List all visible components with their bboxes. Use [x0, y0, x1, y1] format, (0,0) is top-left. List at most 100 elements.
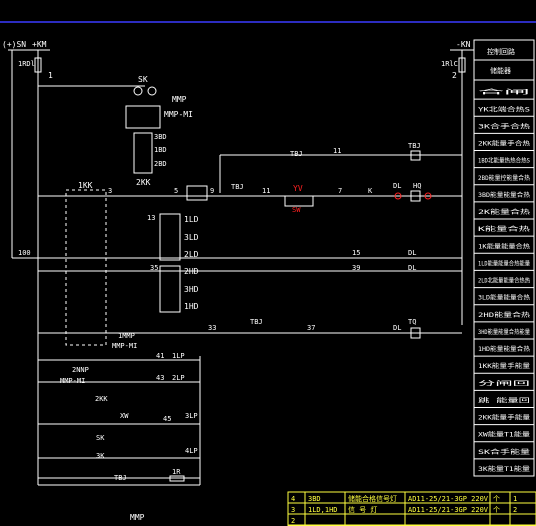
- legend-row-label: 3HD能量能量合热能量: [478, 328, 530, 336]
- wire-num-45: 45: [163, 415, 171, 423]
- dl3-label: DL: [408, 264, 416, 272]
- ld-block: [159, 213, 181, 261]
- legend-row-label: 1K能量能量合热: [478, 242, 530, 250]
- dl2-label: DL: [408, 249, 416, 257]
- table-cell-qty: 1: [513, 495, 517, 503]
- rail-label-sn: (+)SN: [2, 40, 26, 49]
- xw-label: XW: [120, 412, 129, 420]
- wire-num-15: 15: [352, 249, 360, 257]
- bd-block: [133, 132, 153, 174]
- kk1-label: 1KK: [78, 181, 93, 190]
- legend-row-label: 跳 能量回: [478, 396, 530, 404]
- table-rows: 4 3BD 储能合格信号灯 AD11-25/21-3GP 220V 个 1 3 1LD,1HD…: [288, 492, 536, 526]
- wire-num-5: 5: [174, 187, 178, 195]
- legend-row-label: 分闸回: [478, 379, 530, 387]
- table-cell-idx: 3: [291, 506, 295, 514]
- table-cell-idx: 2: [291, 517, 295, 525]
- sw-label: SW: [292, 206, 301, 214]
- table-cell-unit: 个: [493, 506, 500, 514]
- legend-row-label: 3K能量T1能量: [478, 465, 530, 473]
- mmp-label: MMP: [172, 95, 187, 104]
- legend-row-label: SK合手能量: [478, 448, 530, 456]
- wire-num-11b: 11: [262, 187, 270, 195]
- legend-row-label: 1HD能量能量合热: [478, 345, 530, 353]
- wire-num-7: 7: [338, 187, 342, 195]
- rail-num-left: 1: [48, 71, 53, 80]
- hd1-label: 1HD: [184, 302, 199, 311]
- 2k-box: [186, 185, 208, 201]
- lp4-label: 4LP: [185, 447, 198, 455]
- legend-row-label: 1LD能量能量合热能量: [478, 259, 530, 267]
- rail-label-kn: -KN: [456, 40, 471, 49]
- ld3-label: 3LD: [184, 233, 199, 242]
- parts-table: 4 3BD 储能合格信号灯 AD11-25/21-3GP 220V 个 1 3 1LD,1HD…: [287, 491, 536, 526]
- wire-num-11a: 11: [333, 147, 341, 155]
- ld1-label: 1LD: [184, 215, 199, 224]
- wire-num-100: 100: [18, 249, 31, 257]
- sk-contact-2: [147, 86, 157, 96]
- mmp-box: [125, 105, 161, 129]
- legend-row-label: 2LD北能量能量合热热: [478, 277, 530, 285]
- legend-row-label: XW能量T1能量: [478, 431, 530, 439]
- hd3-label: 3HD: [184, 285, 199, 294]
- k-label: K: [368, 187, 373, 195]
- hd-block: [159, 265, 181, 313]
- kk2b-label: 2KK: [95, 395, 108, 403]
- lp2-label: 2LP: [172, 374, 185, 382]
- circuit-diagram: (+)SN +KM -KN 1RDl 1RlC 1 2 SK MMP MMP-M…: [0, 21, 536, 526]
- dl4-label: DL: [393, 324, 401, 332]
- bd3-label: 3BD: [154, 133, 167, 141]
- fuse-label-right: 1RlC: [441, 60, 458, 68]
- legend-row-label: 1KK能量手能量: [478, 362, 530, 370]
- legend-row-label: 3K合手合热: [478, 122, 530, 130]
- bottom-mmp-label: MMP: [130, 513, 145, 522]
- sk2-label: SK: [96, 434, 105, 442]
- sk-label: SK: [138, 75, 148, 84]
- legend-row-label: K能量合热: [478, 225, 530, 233]
- wire-num-41: 41: [156, 352, 164, 360]
- legend-header-1: 控制回路: [487, 47, 515, 56]
- mmp-mi-label: MMP-MI: [164, 110, 193, 119]
- tq-label: TQ: [408, 318, 416, 326]
- legend-row-label: 合闸: [478, 88, 530, 96]
- wire-num-9: 9: [210, 187, 214, 195]
- tbj1-label: TBJ: [290, 150, 303, 158]
- mmp2-mi-label: MMP-MI: [60, 377, 85, 385]
- wire-num-33: 33: [208, 324, 216, 332]
- dl1-label: DL: [393, 182, 401, 190]
- mmp1-label: 1MMP: [118, 332, 135, 340]
- legend-header-2: 储能器: [490, 66, 511, 75]
- wire-num-37: 37: [307, 324, 315, 332]
- legend-row-label: 2KK能量手能量: [478, 414, 530, 422]
- kk1-box: [65, 189, 107, 346]
- table-cell-idx: 4: [291, 495, 295, 503]
- table-cell-qty: 2: [513, 506, 517, 514]
- table-cell-code: 1LD,1HD: [308, 506, 338, 514]
- legend-row-label: 3LD能量能量合热: [478, 294, 530, 302]
- yv-box: [284, 195, 314, 207]
- hq-label: HQ: [413, 182, 421, 190]
- sk-contact-1: [133, 86, 143, 96]
- legend-row-label: YK北端合热S: [478, 105, 531, 113]
- wire-num-39: 39: [352, 264, 360, 272]
- legend-row-label: 2HD能量合热: [478, 311, 530, 319]
- kk2-label: 2KK: [136, 178, 151, 187]
- legend-row-label: 3BD能量能量合热: [478, 191, 530, 199]
- nnp2-label: 2NNP: [72, 366, 89, 374]
- wire-num-3: 3: [108, 187, 112, 195]
- legend-row-label: 2KK能量手合热: [478, 140, 530, 148]
- table-cell-model: AD11-25/21-3GP 220V: [408, 506, 489, 514]
- lp1-label: 1LP: [172, 352, 185, 360]
- k3-label: 3K: [96, 452, 105, 460]
- table-cell-name: 信 号 灯: [348, 505, 377, 514]
- table-cell-unit: 个: [493, 495, 500, 503]
- wire-num-35: 35: [150, 264, 158, 272]
- wire-num-13: 13: [147, 214, 155, 222]
- mmp1-mi-label: MMP-MI: [112, 342, 137, 350]
- tbj6-label: TBJ: [114, 474, 127, 482]
- lp3-label: 3LP: [185, 412, 198, 420]
- tbj2-label: TBJ: [408, 142, 421, 150]
- table-cell-name: 储能合格信号灯: [348, 494, 397, 503]
- tbj3-label: TBJ: [231, 183, 244, 191]
- yv-label: YV: [293, 184, 303, 193]
